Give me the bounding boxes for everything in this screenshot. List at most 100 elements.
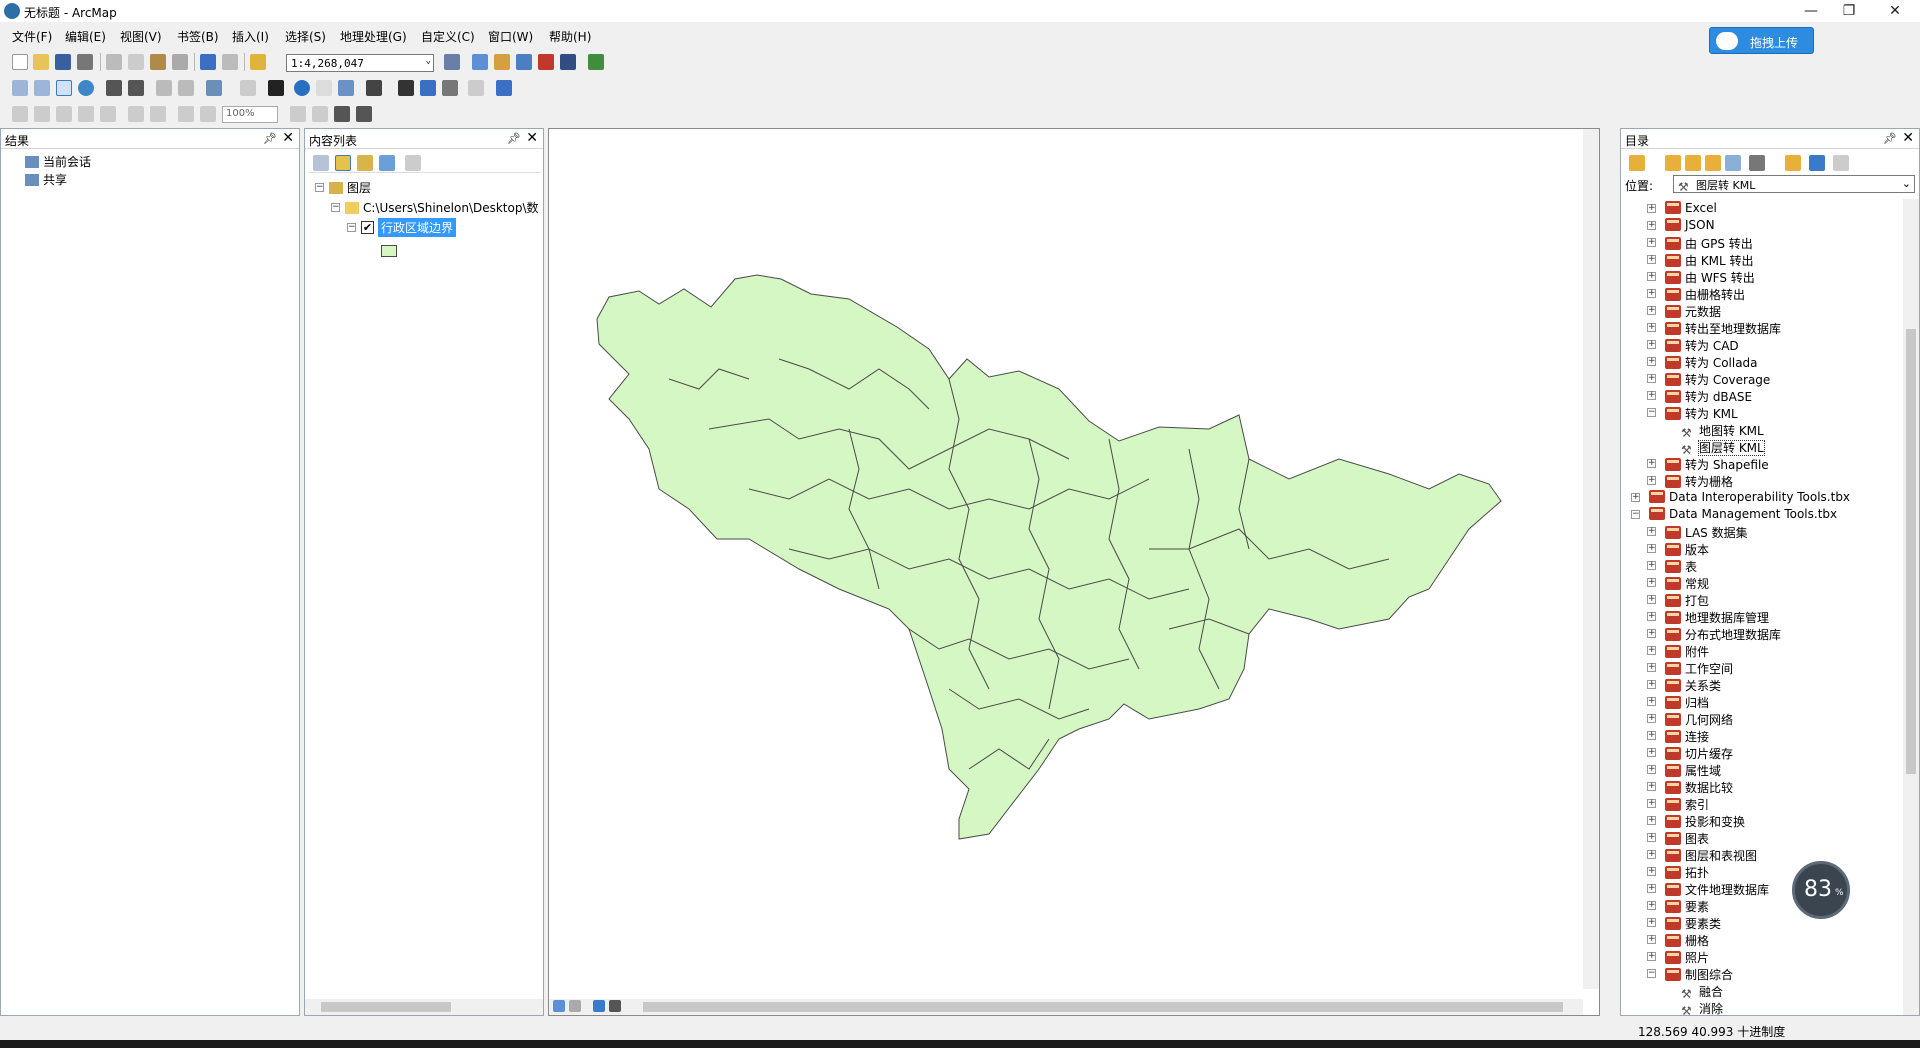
layer-symbol-swatch[interactable] bbox=[381, 245, 397, 257]
pin-icon[interactable]: 📌︎ bbox=[1883, 132, 1897, 145]
catalog-item[interactable]: ⚒ 融合 bbox=[1681, 983, 1723, 1001]
python-window-icon[interactable] bbox=[560, 54, 576, 70]
new-item-icon[interactable] bbox=[1785, 155, 1801, 171]
list-by-selection-icon[interactable] bbox=[379, 155, 395, 171]
results-item-current-session[interactable]: 当前会话 bbox=[25, 153, 91, 170]
print-icon[interactable] bbox=[77, 54, 93, 70]
expand-icon[interactable]: + bbox=[1647, 459, 1656, 468]
zoom-100-icon[interactable] bbox=[100, 106, 116, 122]
up-level-icon[interactable] bbox=[1685, 155, 1701, 171]
home-icon[interactable] bbox=[1705, 155, 1721, 171]
full-extent-icon[interactable] bbox=[78, 80, 94, 96]
catalog-item[interactable]: 地理数据库管理 bbox=[1665, 609, 1769, 626]
zoom-out-icon[interactable] bbox=[34, 80, 50, 96]
delete-icon[interactable] bbox=[172, 54, 188, 70]
toggle-tree-icon[interactable] bbox=[1809, 155, 1825, 171]
expand-icon[interactable]: + bbox=[1647, 476, 1656, 485]
collapse-icon[interactable]: − bbox=[1647, 408, 1656, 417]
expand-icon[interactable]: + bbox=[1647, 255, 1656, 264]
layout-zoom-out-icon[interactable] bbox=[34, 106, 50, 122]
arctoolbox-icon[interactable] bbox=[538, 54, 554, 70]
catalog-options-icon[interactable] bbox=[1833, 155, 1849, 171]
catalog-item[interactable]: ⚒ 地图转 KML bbox=[1681, 422, 1764, 440]
layout-fixed-zoom-in-icon[interactable] bbox=[128, 106, 144, 122]
map-horizontal-scroll-thumb[interactable] bbox=[643, 1002, 1563, 1012]
expand-icon[interactable]: + bbox=[1647, 816, 1656, 825]
expand-icon[interactable]: + bbox=[1647, 306, 1656, 315]
options-icon[interactable] bbox=[405, 155, 421, 171]
toggle-draft-icon[interactable] bbox=[290, 106, 306, 122]
select-elements-icon[interactable] bbox=[268, 80, 284, 96]
table-of-contents-icon[interactable] bbox=[472, 54, 488, 70]
expand-icon[interactable]: + bbox=[1647, 884, 1656, 893]
expand-icon[interactable]: + bbox=[1647, 850, 1656, 859]
change-layout-icon[interactable] bbox=[334, 106, 350, 122]
html-popup-icon[interactable] bbox=[338, 80, 354, 96]
catalog-item[interactable]: 关系类 bbox=[1665, 677, 1721, 694]
catalog-item[interactable]: 转为 CAD bbox=[1665, 337, 1739, 354]
expand-icon[interactable]: + bbox=[1647, 663, 1656, 672]
expand-icon[interactable]: + bbox=[1647, 578, 1656, 587]
pin-icon[interactable]: 📌︎ bbox=[507, 132, 521, 145]
expand-icon[interactable]: + bbox=[1631, 493, 1640, 502]
catalog-icon[interactable] bbox=[494, 54, 510, 70]
scroll-thumb[interactable] bbox=[1906, 329, 1916, 774]
collapse-icon[interactable]: − bbox=[315, 183, 324, 192]
back-arrow-icon[interactable] bbox=[1629, 155, 1645, 171]
folder-source-item[interactable]: C:\Users\Shinelon\Desktop\数 bbox=[345, 199, 541, 216]
zoom-whole-page-icon[interactable] bbox=[78, 106, 94, 122]
catalog-item[interactable]: 转为 Shapefile bbox=[1665, 456, 1769, 473]
catalog-item[interactable]: Data Interoperability Tools.tbx bbox=[1649, 490, 1850, 504]
map-scale-field[interactable]: 1:4,268,047 ⌄ bbox=[286, 54, 434, 72]
expand-icon[interactable]: + bbox=[1647, 901, 1656, 910]
fixed-zoom-in-icon[interactable] bbox=[106, 80, 122, 96]
close-icon[interactable]: ✕ bbox=[1902, 130, 1914, 146]
time-slider-icon[interactable] bbox=[468, 80, 484, 96]
expand-icon[interactable]: + bbox=[1647, 238, 1656, 247]
find-icon[interactable] bbox=[398, 80, 414, 96]
close-icon[interactable]: ✕ bbox=[282, 130, 294, 146]
catalog-item[interactable]: 由 GPS 转出 bbox=[1665, 235, 1753, 252]
menu-help[interactable]: 帮助(H) bbox=[549, 28, 591, 45]
catalog-item[interactable]: 版本 bbox=[1665, 541, 1709, 558]
catalog-item[interactable]: 几何网络 bbox=[1665, 711, 1733, 728]
layout-view-icon[interactable] bbox=[569, 1000, 581, 1012]
layout-forward-icon[interactable] bbox=[200, 106, 216, 122]
catalog-item[interactable]: 要素类 bbox=[1665, 915, 1721, 932]
catalog-item[interactable]: 图层和表视图 bbox=[1665, 847, 1757, 864]
add-data-icon[interactable] bbox=[250, 54, 266, 70]
expand-icon[interactable]: + bbox=[1647, 748, 1656, 757]
menu-edit[interactable]: 编辑(E) bbox=[65, 28, 106, 45]
catalog-item[interactable]: 转为 Collada bbox=[1665, 354, 1758, 371]
map-view[interactable] bbox=[548, 128, 1600, 1016]
catalog-item[interactable]: 附件 bbox=[1665, 643, 1709, 660]
find-route-icon[interactable] bbox=[420, 80, 436, 96]
list-by-visibility-icon[interactable] bbox=[357, 155, 373, 171]
menu-customize[interactable]: 自定义(C) bbox=[421, 28, 475, 45]
fixed-zoom-out-icon[interactable] bbox=[128, 80, 144, 96]
zoom-in-icon[interactable] bbox=[12, 80, 28, 96]
expand-icon[interactable]: + bbox=[1647, 612, 1656, 621]
layout-back-icon[interactable] bbox=[178, 106, 194, 122]
map-canvas[interactable] bbox=[549, 129, 1581, 989]
catalog-item[interactable]: LAS 数据集 bbox=[1665, 524, 1748, 541]
menu-file[interactable]: 文件(F) bbox=[12, 28, 52, 45]
forward-arrow-icon[interactable] bbox=[1665, 155, 1681, 171]
expand-icon[interactable]: + bbox=[1647, 867, 1656, 876]
layout-zoom-field[interactable]: 100% bbox=[222, 106, 278, 123]
expand-icon[interactable]: + bbox=[1647, 714, 1656, 723]
layout-zoom-in-icon[interactable] bbox=[12, 106, 28, 122]
progress-indicator[interactable]: 83 % bbox=[1792, 861, 1850, 919]
expand-icon[interactable]: + bbox=[1647, 782, 1656, 791]
catalog-item[interactable]: 连接 bbox=[1665, 728, 1709, 745]
menu-insert[interactable]: 插入(I) bbox=[232, 28, 269, 45]
collapse-icon[interactable]: − bbox=[331, 203, 340, 212]
catalog-item[interactable]: 元数据 bbox=[1665, 303, 1721, 320]
expand-icon[interactable]: + bbox=[1647, 527, 1656, 536]
expand-icon[interactable]: + bbox=[1647, 204, 1656, 213]
data-driven-pages-icon[interactable] bbox=[356, 106, 372, 122]
expand-icon[interactable]: + bbox=[1647, 561, 1656, 570]
catalog-item[interactable]: 打包 bbox=[1665, 592, 1709, 609]
catalog-item[interactable]: Excel bbox=[1665, 201, 1717, 215]
expand-icon[interactable]: + bbox=[1647, 340, 1656, 349]
